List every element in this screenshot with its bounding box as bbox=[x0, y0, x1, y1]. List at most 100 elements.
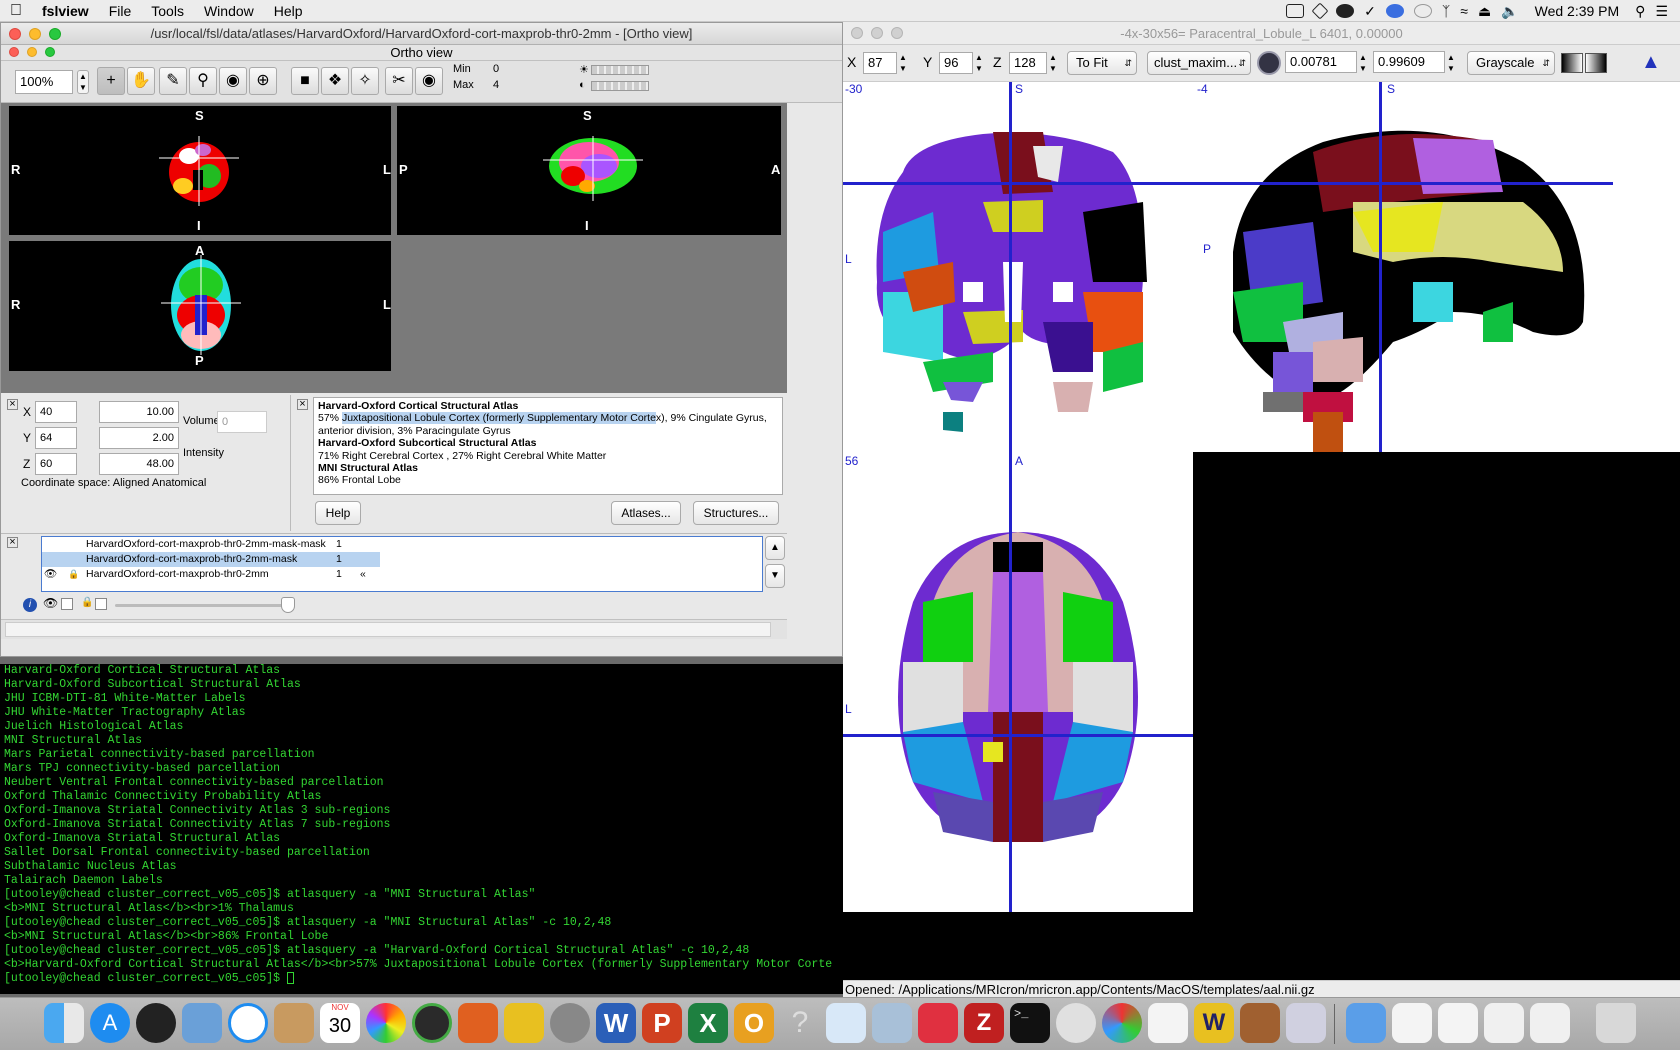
z-mm-input[interactable]: 48.00 bbox=[99, 453, 179, 475]
mricron-axial-view[interactable]: 56 A L bbox=[843, 452, 1193, 912]
matlab-icon[interactable] bbox=[458, 1003, 498, 1043]
mricron-titlebar[interactable]: -4x-30x56= Paracentral_Lobule_L 6401, 0.… bbox=[843, 22, 1680, 45]
bookmark-app-icon[interactable] bbox=[918, 1003, 958, 1043]
colorbar-icon[interactable] bbox=[1561, 53, 1583, 73]
sagittal-view[interactable]: S I P A bbox=[397, 106, 781, 235]
time-machine-dock-icon[interactable] bbox=[412, 1003, 452, 1043]
powerpoint-icon[interactable]: P bbox=[642, 1003, 682, 1043]
dropbox-icon[interactable] bbox=[1311, 2, 1329, 20]
zoom-stepper[interactable]: ▲ ▼ bbox=[77, 70, 89, 94]
terminal-dock-icon[interactable]: >_ bbox=[1010, 1003, 1050, 1043]
word-icon[interactable]: W bbox=[596, 1003, 636, 1043]
close-atlas-panel-icon[interactable]: × bbox=[297, 399, 308, 410]
menu-app-name[interactable]: fslview bbox=[32, 0, 99, 22]
image-capture-icon[interactable] bbox=[872, 1003, 912, 1043]
ortho-minimize-button[interactable] bbox=[27, 47, 37, 57]
crosshair-button[interactable]: ⊕ bbox=[249, 67, 277, 95]
photos-icon[interactable] bbox=[366, 1003, 406, 1043]
apple-icon[interactable]:  bbox=[0, 0, 32, 22]
calendar-icon[interactable]: NOV 30 bbox=[320, 1003, 360, 1043]
layer-row[interactable]: 👁 🔒 HarvardOxford-cort-maxprob-thr0-2mm … bbox=[42, 567, 762, 582]
mask-mode-button[interactable]: ◉ bbox=[219, 67, 247, 95]
close-layer-panel-icon[interactable]: × bbox=[7, 537, 18, 548]
atlases-button[interactable]: Atlases... bbox=[611, 501, 681, 525]
overlay-toggle-icon[interactable] bbox=[1257, 51, 1281, 75]
move-layer-down-button[interactable]: ▼ bbox=[765, 564, 785, 588]
coronal-view[interactable]: S I R L bbox=[9, 106, 391, 235]
time-machine-icon[interactable] bbox=[1413, 4, 1432, 18]
mricron-close-button[interactable] bbox=[851, 27, 863, 39]
move-layer-up-button[interactable]: ▲ bbox=[765, 536, 785, 560]
colorbar-inverted-icon[interactable] bbox=[1585, 53, 1607, 73]
y-voxel-input[interactable]: 64 bbox=[35, 427, 77, 449]
mricron-coronal-view[interactable]: -30 S L bbox=[843, 82, 1193, 452]
close-window-button[interactable] bbox=[9, 28, 21, 40]
wifi-icon[interactable]: ≈ bbox=[1460, 3, 1468, 19]
check-icon[interactable]: ✓ bbox=[1364, 3, 1376, 20]
max-intensity-stepper[interactable]: ▲ ▼ bbox=[1447, 52, 1455, 74]
system-preferences-icon[interactable] bbox=[550, 1003, 590, 1043]
help-button[interactable]: Help bbox=[315, 501, 361, 525]
animal-app-icon[interactable] bbox=[1240, 1003, 1280, 1043]
zotero-icon[interactable]: Z bbox=[964, 1003, 1004, 1043]
y-coord-input[interactable]: 96 bbox=[939, 52, 973, 74]
z-coord-stepper[interactable]: ▲ ▼ bbox=[1049, 52, 1057, 74]
lock-icon[interactable]: 🔒 bbox=[68, 567, 79, 582]
info-icon[interactable]: i bbox=[23, 598, 37, 612]
select-tool-button[interactable]: ✧ bbox=[351, 67, 379, 95]
y-mm-input[interactable]: 2.00 bbox=[99, 427, 179, 449]
terminal-window[interactable]: Harvard-Oxford Cortical Structural Atlas… bbox=[0, 664, 843, 994]
mricron-minimize-button[interactable] bbox=[871, 27, 883, 39]
max-value[interactable]: 4 bbox=[493, 79, 499, 91]
min-intensity-input[interactable]: 0.00781 bbox=[1285, 51, 1357, 73]
trash-icon[interactable] bbox=[1596, 1003, 1636, 1043]
excel-icon[interactable]: X bbox=[688, 1003, 728, 1043]
launchpad-icon[interactable] bbox=[136, 1003, 176, 1043]
zoom-mode-button[interactable]: ⚲ bbox=[189, 67, 217, 95]
cursor-mode-button[interactable]: + bbox=[97, 67, 125, 95]
volume-input[interactable]: 0 bbox=[217, 411, 267, 433]
lock-checkbox[interactable] bbox=[95, 598, 107, 610]
layer-row-selected[interactable]: HarvardOxford-cort-maxprob-thr0-2mm-mask… bbox=[42, 552, 380, 567]
min-intensity-stepper[interactable]: ▲ ▼ bbox=[1359, 52, 1367, 74]
eye-icon[interactable]: 👁 bbox=[44, 567, 57, 582]
opacity-slider-thumb[interactable] bbox=[281, 597, 295, 613]
safari-icon[interactable] bbox=[228, 1003, 268, 1043]
menu-help[interactable]: Help bbox=[264, 0, 313, 22]
x-coord-input[interactable]: 87 bbox=[863, 52, 897, 74]
mricron-zoom-button[interactable] bbox=[891, 27, 903, 39]
z-voxel-input[interactable]: 60 bbox=[35, 453, 77, 475]
contrast-slider[interactable] bbox=[591, 81, 649, 91]
status-icon-dark[interactable] bbox=[1336, 4, 1355, 18]
colormap-select[interactable]: Grayscale ⇵ bbox=[1467, 51, 1555, 75]
visibility-eye-icon[interactable]: 👁 bbox=[43, 596, 58, 610]
ortho-close-button[interactable] bbox=[9, 47, 19, 57]
pan-mode-button[interactable]: ✋ bbox=[127, 67, 155, 95]
layer-row[interactable]: HarvardOxford-cort-maxprob-thr0-2mm-mask… bbox=[42, 537, 762, 552]
preview-bird-icon[interactable] bbox=[182, 1003, 222, 1043]
x-mm-input[interactable]: 10.00 bbox=[99, 401, 179, 423]
visibility-checkbox[interactable] bbox=[61, 598, 73, 610]
opacity-slider-track[interactable] bbox=[115, 604, 293, 607]
axial-view[interactable]: A P R L bbox=[9, 241, 391, 371]
unknown-app-icon[interactable]: ? bbox=[780, 1003, 820, 1043]
preview-icon[interactable] bbox=[826, 1003, 866, 1043]
color-app-icon[interactable] bbox=[1102, 1003, 1142, 1043]
bing-icon[interactable] bbox=[1385, 4, 1404, 18]
document-icon[interactable] bbox=[1530, 1003, 1570, 1043]
app-store-icon[interactable]: A bbox=[90, 1003, 130, 1043]
textwrangler-icon[interactable]: W bbox=[1194, 1003, 1234, 1043]
notification-center-icon[interactable]: ☰ bbox=[1655, 3, 1668, 20]
document-icon[interactable] bbox=[1392, 1003, 1432, 1043]
status-icon-dictionary[interactable] bbox=[1286, 4, 1305, 18]
cut-tool-button[interactable]: ✂ bbox=[385, 67, 413, 95]
ortho-zoom-button[interactable] bbox=[45, 47, 55, 57]
overlay-select[interactable]: clust_maxim... ⇵ bbox=[1147, 51, 1251, 75]
menu-window[interactable]: Window bbox=[194, 0, 264, 22]
x-voxel-input[interactable]: 40 bbox=[35, 401, 77, 423]
utility-app-icon[interactable] bbox=[1286, 1003, 1326, 1043]
binoculars-button[interactable]: ◉ bbox=[415, 67, 443, 95]
keychain-icon[interactable] bbox=[504, 1003, 544, 1043]
y-coord-stepper[interactable]: ▲ ▼ bbox=[975, 52, 983, 74]
menu-tools[interactable]: Tools bbox=[141, 0, 194, 22]
